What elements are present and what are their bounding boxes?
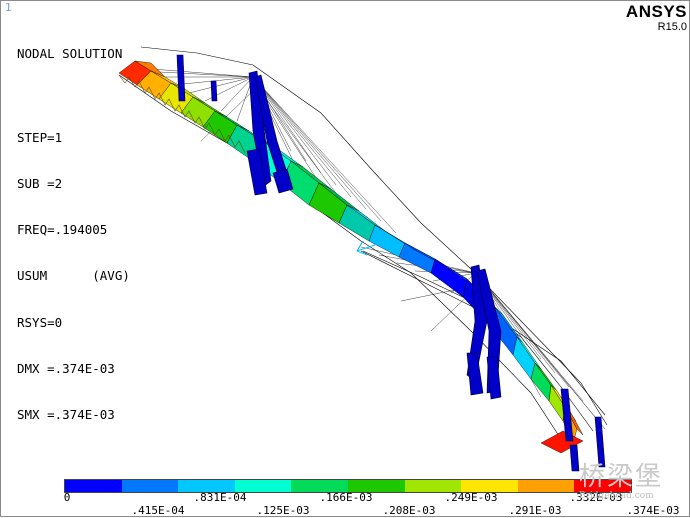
info-line-step: STEP=1 <box>17 129 63 145</box>
watermark-english: Bridgehead.com <box>579 491 654 501</box>
logo-name: ANSYS <box>625 2 687 21</box>
legend-color-segment-0 <box>65 480 122 492</box>
info-line-smx: SMX =.374E-03 <box>17 407 115 423</box>
watermark: 桥梁堡 Bridgehead.com <box>579 463 663 501</box>
legend-label-bottom-1: .125E-03 <box>256 504 310 517</box>
info-line-sub: SUB =2 <box>17 176 63 192</box>
info-line-dmx: DMX =.374E-03 <box>17 360 115 376</box>
solution-title: NODAL SOLUTION <box>17 45 123 61</box>
pylons <box>176 54 606 472</box>
info-line-freq: FREQ=.194005 <box>17 222 108 238</box>
legend-color-segment-8 <box>517 480 575 492</box>
legend-label-top-3: .249E-03 <box>444 491 498 504</box>
ansys-logo: ANSYS R15.0 <box>625 2 687 34</box>
legend-label-top-0: 0 <box>63 491 71 504</box>
info-line-rsys: RSYS=0 <box>17 314 63 330</box>
legend-label-top-2: .166E-03 <box>319 491 373 504</box>
legend-color-segment-1 <box>121 480 179 492</box>
watermark-chinese: 桥梁堡 <box>579 462 664 492</box>
legend-label-top-1: .831E-04 <box>193 491 247 504</box>
legend-label-bottom-2: .208E-03 <box>382 504 436 517</box>
solution-info-panel: NODAL SOLUTION STEP=1 SUB =2 FREQ=.19400… <box>17 15 130 453</box>
legend-label-bottom-3: .291E-03 <box>508 504 562 517</box>
graphics-window[interactable]: 1 NODAL SOLUTION STEP=1 SUB =2 FREQ=.194… <box>0 0 690 517</box>
legend-label-bottom-4: .374E-03 <box>626 504 680 517</box>
info-line-usum: USUM (AVG) <box>17 268 130 284</box>
deck-contour <box>118 60 584 454</box>
logo-version: R15.0 <box>657 21 687 33</box>
legend-label-bottom-0: .415E-04 <box>131 504 185 517</box>
